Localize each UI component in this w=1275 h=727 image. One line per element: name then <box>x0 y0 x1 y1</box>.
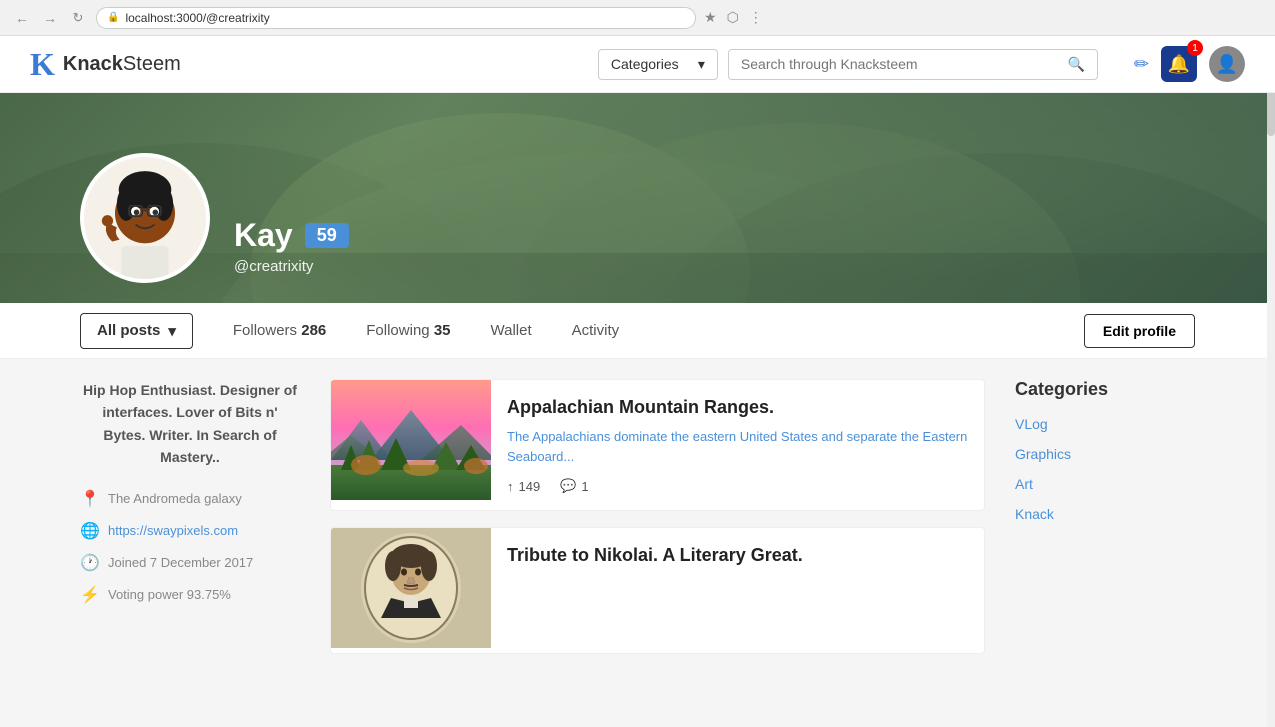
joined-text: Joined 7 December 2017 <box>108 555 253 570</box>
navbar-search: Categories ▾ 🔍 <box>598 49 1098 80</box>
categories-title: Categories <box>1015 379 1195 400</box>
globe-icon: 🌐 <box>80 521 98 541</box>
category-vlog[interactable]: VLog <box>1015 416 1195 432</box>
location-icon: 📍 <box>80 489 98 509</box>
tab-wallet[interactable]: Wallet <box>471 314 552 347</box>
portrait-image <box>331 528 491 648</box>
comment-count: 1 <box>581 479 588 494</box>
menu-icon[interactable]: ⋮ <box>749 9 763 26</box>
bolt-icon: ⚡ <box>80 585 98 605</box>
logo-text: KnackSteem <box>63 53 181 76</box>
comment-icon: 💬 <box>560 478 576 494</box>
website-link[interactable]: https://swaypixels.com <box>108 523 238 538</box>
chevron-down-icon: ▾ <box>168 322 176 340</box>
post-comments: 💬 1 <box>560 478 588 494</box>
location-item: 📍 The Andromeda galaxy <box>80 489 300 509</box>
back-button[interactable]: ← <box>12 8 32 28</box>
profile-name-section: Kay 59 @creatrixity <box>234 217 349 283</box>
user-avatar-nav[interactable]: 👤 <box>1209 46 1245 82</box>
profile-tabs-bar: All posts ▾ Followers 286 Following 35 W… <box>0 303 1275 359</box>
joined-item: 🕐 Joined 7 December 2017 <box>80 553 300 573</box>
post-thumbnail <box>331 380 491 510</box>
category-art[interactable]: Art <box>1015 476 1195 492</box>
upvote-count: 149 <box>519 479 541 494</box>
right-sidebar: Categories VLog Graphics Art Knack <box>1015 379 1195 670</box>
category-knack[interactable]: Knack <box>1015 506 1195 522</box>
post-excerpt: The Appalachians dominate the eastern Un… <box>507 427 968 466</box>
post-content-2: Tribute to Nikolai. A Literary Great. <box>491 528 984 653</box>
tab-followers[interactable]: Followers 286 <box>213 314 346 347</box>
chevron-down-icon: ▾ <box>698 56 705 73</box>
posts-feed: Appalachian Mountain Ranges. The Appalac… <box>330 379 985 670</box>
search-icon: 🔍 <box>1067 56 1084 73</box>
edit-icon[interactable]: ✏ <box>1134 54 1149 75</box>
tab-activity[interactable]: Activity <box>552 314 640 347</box>
profile-handle: @creatrixity <box>234 258 349 275</box>
voting-power-item: ⚡ Voting power 93.75% <box>80 585 300 605</box>
post-title[interactable]: Appalachian Mountain Ranges. <box>507 396 968 419</box>
website-item[interactable]: 🌐 https://swaypixels.com <box>80 521 300 541</box>
edit-profile-button[interactable]: Edit profile <box>1084 314 1195 348</box>
notification-button[interactable]: 🔔 1 <box>1161 46 1197 82</box>
browser-actions: ★ ⬡ ⋮ <box>704 9 763 26</box>
avatar <box>80 153 210 283</box>
post-content: Appalachian Mountain Ranges. The Appalac… <box>491 380 984 510</box>
left-sidebar: Hip Hop Enthusiast. Designer of interfac… <box>80 379 300 670</box>
mountain-image <box>331 380 491 500</box>
url-text: localhost:3000/@creatrixity <box>125 11 269 25</box>
post-thumbnail-2 <box>331 528 491 653</box>
bookmark-icon[interactable]: ★ <box>704 9 717 26</box>
post-card: Tribute to Nikolai. A Literary Great. <box>330 527 985 654</box>
category-graphics[interactable]: Graphics <box>1015 446 1195 462</box>
upvote-icon: ↑ <box>507 479 514 494</box>
post-card: Appalachian Mountain Ranges. The Appalac… <box>330 379 985 511</box>
profile-header: Kay 59 @creatrixity <box>80 153 349 283</box>
profile-name: Kay 59 <box>234 217 349 254</box>
categories-dropdown[interactable]: Categories ▾ <box>598 49 718 80</box>
navbar: K KnackSteem Categories ▾ 🔍 ✏ 🔔 1 👤 <box>0 36 1275 93</box>
search-input[interactable] <box>741 56 1060 72</box>
logo[interactable]: K KnackSteem <box>30 48 181 80</box>
tab-following[interactable]: Following 35 <box>346 314 470 347</box>
reload-button[interactable]: ↻ <box>68 8 88 28</box>
notification-badge: 1 <box>1187 40 1203 56</box>
user-bio: Hip Hop Enthusiast. Designer of interfac… <box>80 379 300 469</box>
bell-icon: 🔔 <box>1168 54 1190 75</box>
avatar-svg <box>84 153 206 283</box>
post-title-2[interactable]: Tribute to Nikolai. A Literary Great. <box>507 544 968 567</box>
cover-section: Kay 59 @creatrixity <box>0 93 1275 303</box>
reputation-badge: 59 <box>305 223 349 248</box>
search-box[interactable]: 🔍 <box>728 49 1098 80</box>
lock-icon: 🔒 <box>107 12 119 23</box>
extension-icon[interactable]: ⬡ <box>727 9 739 26</box>
url-bar[interactable]: 🔒 localhost:3000/@creatrixity <box>96 7 696 29</box>
location-text: The Andromeda galaxy <box>108 491 242 506</box>
main-content: Hip Hop Enthusiast. Designer of interfac… <box>0 359 1275 690</box>
logo-k-icon: K <box>30 48 55 80</box>
tab-all-posts[interactable]: All posts ▾ <box>80 313 193 349</box>
post-meta: ↑ 149 💬 1 <box>507 478 968 494</box>
browser-chrome: ← → ↻ 🔒 localhost:3000/@creatrixity ★ ⬡ … <box>0 0 1275 36</box>
navbar-icons: ✏ 🔔 1 👤 <box>1134 46 1245 82</box>
post-upvotes: ↑ 149 <box>507 479 540 494</box>
scrollbar[interactable] <box>1267 36 1275 727</box>
clock-icon: 🕐 <box>80 553 98 573</box>
voting-power-text: Voting power 93.75% <box>108 587 231 602</box>
forward-button[interactable]: → <box>40 8 60 28</box>
